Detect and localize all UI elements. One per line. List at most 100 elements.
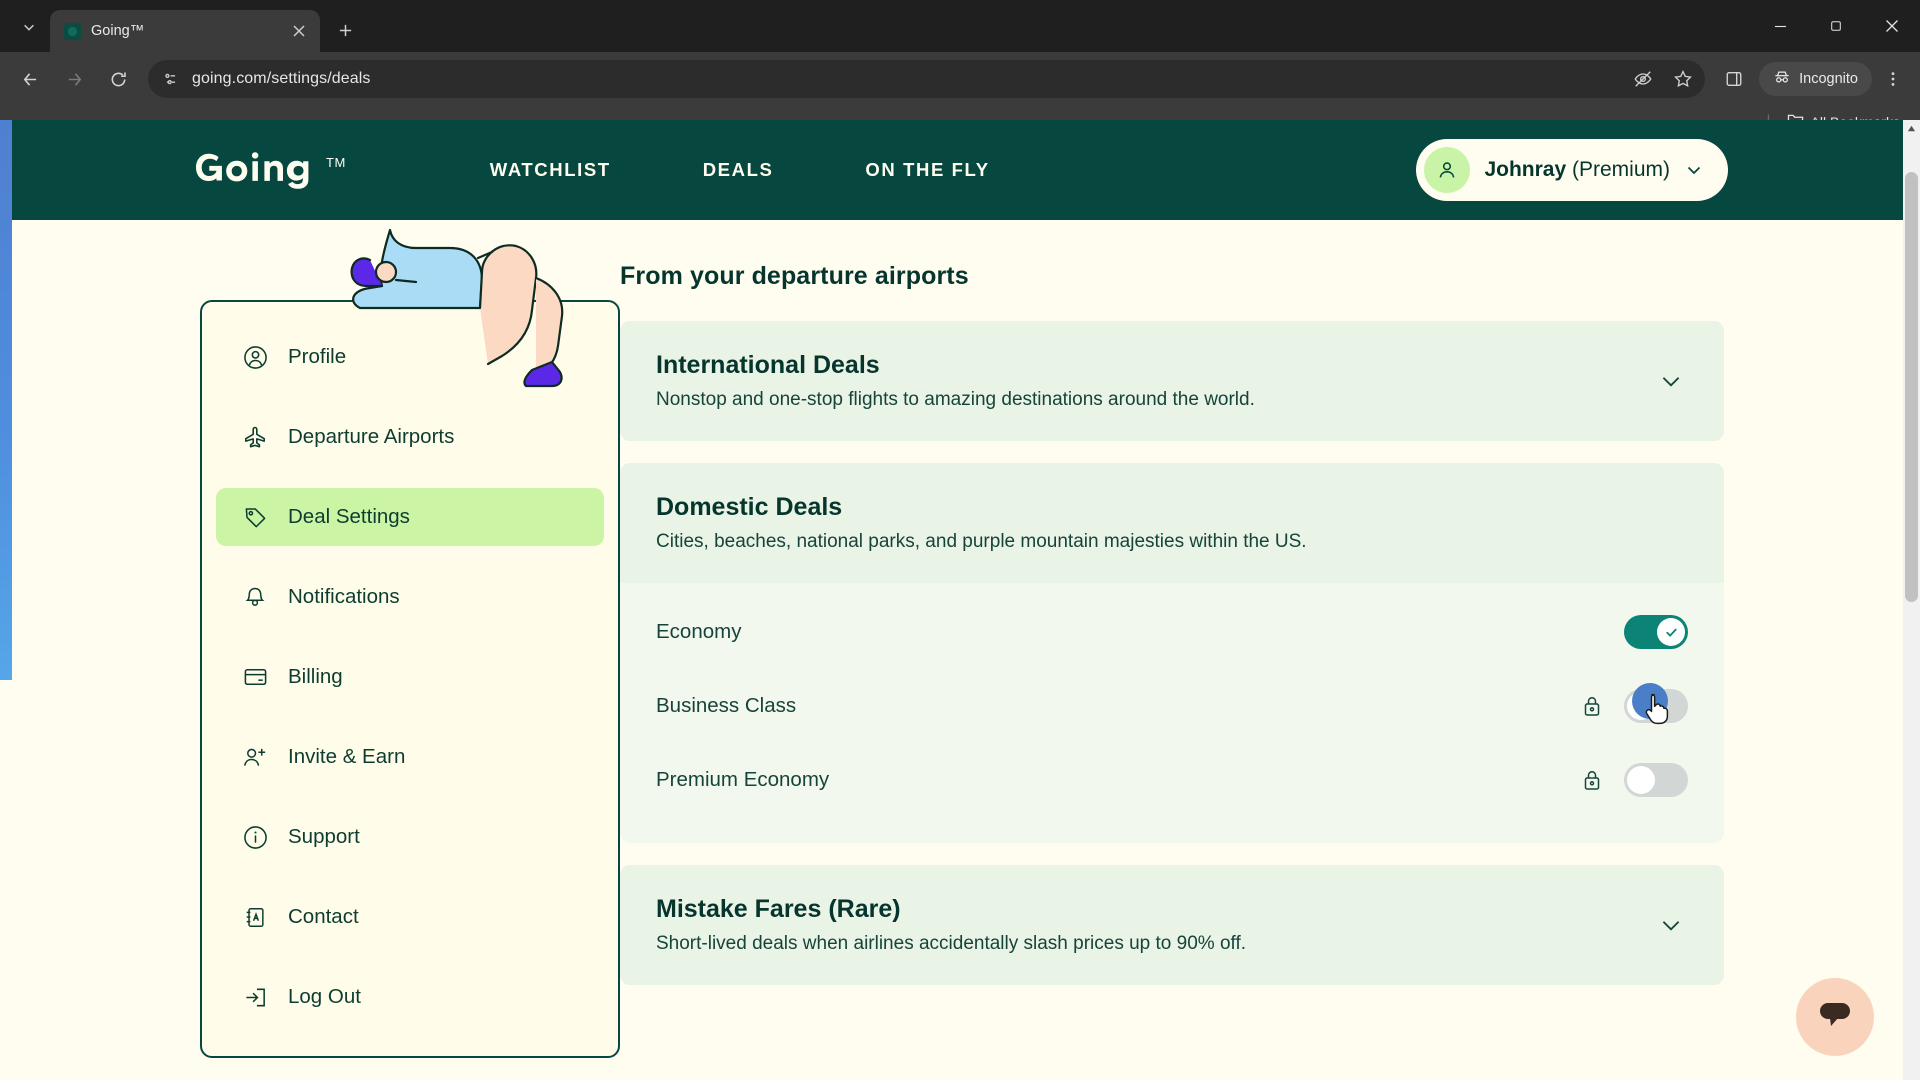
- premium-economy-toggle[interactable]: [1624, 763, 1688, 797]
- credit-card-icon: [242, 664, 268, 690]
- deal-card-mistake-fares[interactable]: Mistake Fares (Rare) Short-lived deals w…: [620, 865, 1724, 985]
- maximize-icon[interactable]: [1808, 0, 1864, 52]
- sidebar-item-log-out[interactable]: Log Out: [216, 968, 604, 1026]
- toggle-knob: [1627, 766, 1655, 794]
- lock-icon: [1582, 769, 1602, 791]
- sidebar-item-profile[interactable]: Profile: [216, 328, 604, 386]
- toggle-label: Premium Economy: [656, 768, 830, 791]
- address-book-icon: [242, 904, 268, 930]
- site-header: TM WATCHLIST DEALS ON THE FLY Johnray (P…: [0, 120, 1920, 220]
- sidebar-label: Billing: [288, 665, 343, 688]
- person-add-icon: [242, 744, 268, 770]
- message-bubble-icon: [1817, 999, 1853, 1036]
- chevron-down-icon[interactable]: [1658, 368, 1688, 394]
- sidebar-label: Invite & Earn: [288, 745, 406, 768]
- deal-description: Cities, beaches, national parks, and pur…: [656, 531, 1307, 552]
- settings-sidebar: Profile Departure Airports Deal Settings…: [0, 220, 620, 1080]
- chrome-menu-icon[interactable]: [1876, 62, 1910, 96]
- sidebar-item-deal-settings[interactable]: Deal Settings: [216, 488, 604, 546]
- going-logo[interactable]: TM: [196, 147, 346, 193]
- airplane-icon: [242, 424, 268, 450]
- sidebar-item-invite-and-earn[interactable]: Invite & Earn: [216, 728, 604, 786]
- page-info-icon[interactable]: [162, 70, 180, 88]
- deal-card-international[interactable]: International Deals Nonstop and one-stop…: [620, 321, 1724, 441]
- bell-icon: [242, 584, 268, 610]
- toggle-label: Economy: [656, 620, 742, 643]
- tab-title: Going™: [91, 23, 145, 39]
- back-icon[interactable]: [13, 62, 47, 96]
- new-tab-button[interactable]: [328, 13, 362, 47]
- close-window-icon[interactable]: [1864, 0, 1920, 52]
- profile-tier: (Premium): [1572, 158, 1670, 181]
- url-text: going.com/settings/deals: [192, 70, 371, 87]
- browser-window: Going™ going.com/settings/deals Incognit…: [0, 0, 1920, 1080]
- sidebar-label: Deal Settings: [288, 505, 410, 528]
- tab-search-button[interactable]: [12, 10, 46, 44]
- address-bar[interactable]: going.com/settings/deals: [148, 60, 1706, 98]
- toggle-label: Business Class: [656, 694, 797, 717]
- sidebar-item-departure-airports[interactable]: Departure Airports: [216, 408, 604, 466]
- side-panel-icon[interactable]: [1717, 62, 1751, 96]
- browser-tab[interactable]: Going™: [50, 10, 320, 52]
- browser-toolbar: going.com/settings/deals Incognito: [0, 52, 1920, 106]
- left-edge-rail: [0, 120, 12, 680]
- sidebar-label: Profile: [288, 345, 347, 368]
- eye-off-icon[interactable]: [1633, 69, 1653, 89]
- sidebar-label: Support: [288, 825, 360, 848]
- sidebar-item-billing[interactable]: Billing: [216, 648, 604, 706]
- profile-circle-icon: [242, 344, 268, 370]
- economy-toggle[interactable]: [1624, 615, 1688, 649]
- sidebar-item-contact[interactable]: Contact: [216, 888, 604, 946]
- mouse-cursor: [1644, 692, 1674, 731]
- minimize-icon[interactable]: [1752, 0, 1808, 52]
- nav-item-on-the-fly[interactable]: ON THE FLY: [865, 159, 989, 181]
- page-viewport: TM WATCHLIST DEALS ON THE FLY Johnray (P…: [0, 120, 1920, 1080]
- chat-button[interactable]: [1796, 978, 1874, 1056]
- check-icon: [1657, 618, 1685, 646]
- scrollbar-thumb[interactable]: [1905, 172, 1918, 602]
- sidebar-label: Departure Airports: [288, 425, 455, 448]
- reload-icon[interactable]: [101, 62, 135, 96]
- window-controls: [1752, 0, 1920, 52]
- profile-label: Johnray (Premium): [1484, 158, 1670, 182]
- toggle-row-business-class: Business Class: [656, 669, 1688, 743]
- chevron-down-icon: [1684, 160, 1704, 180]
- star-icon[interactable]: [1673, 69, 1693, 89]
- toggle-row-premium-economy: Premium Economy: [656, 743, 1688, 817]
- incognito-label: Incognito: [1799, 71, 1858, 87]
- tab-strip: Going™: [0, 0, 1920, 52]
- scroll-up-arrow[interactable]: [1903, 120, 1920, 137]
- deal-card-domestic[interactable]: Domestic Deals Cities, beaches, national…: [620, 463, 1724, 583]
- sidebar-item-notifications[interactable]: Notifications: [216, 568, 604, 626]
- sidebar-item-support[interactable]: Support: [216, 808, 604, 866]
- tag-icon: [242, 504, 268, 530]
- close-icon[interactable]: [288, 20, 310, 42]
- forward-icon[interactable]: [57, 62, 91, 96]
- going-wordmark: [196, 152, 309, 189]
- sidebar-label: Log Out: [288, 985, 361, 1008]
- deal-description: Short-lived deals when airlines accident…: [656, 933, 1247, 954]
- sidebar-label: Notifications: [288, 585, 400, 608]
- deal-title: Mistake Fares (Rare): [656, 895, 901, 923]
- deal-title: International Deals: [656, 351, 880, 379]
- nav-item-deals[interactable]: DEALS: [703, 159, 774, 181]
- nav-item-watchlist[interactable]: WATCHLIST: [490, 159, 611, 181]
- profile-username: Johnray: [1484, 158, 1567, 181]
- page-scrollbar[interactable]: [1903, 120, 1920, 1080]
- profile-menu-button[interactable]: Johnray (Premium): [1416, 139, 1728, 201]
- going-favicon: [64, 22, 81, 40]
- page-body: Profile Departure Airports Deal Settings…: [0, 220, 1920, 1080]
- domestic-cabin-toggles: Economy Business Class Premium Economy: [620, 583, 1724, 843]
- chevron-down-icon[interactable]: [1658, 912, 1688, 938]
- logout-icon: [242, 984, 268, 1010]
- incognito-indicator[interactable]: Incognito: [1759, 62, 1872, 96]
- info-circle-icon: [242, 824, 268, 850]
- avatar: [1424, 147, 1471, 193]
- incognito-icon: [1773, 69, 1791, 89]
- site-navigation: WATCHLIST DEALS ON THE FLY: [490, 159, 990, 181]
- page-title: From your departure airports: [620, 262, 969, 290]
- sidebar-label: Contact: [288, 905, 359, 928]
- lock-icon: [1582, 695, 1602, 717]
- deal-title: Domestic Deals: [656, 493, 843, 521]
- toggle-row-economy: Economy: [656, 595, 1688, 669]
